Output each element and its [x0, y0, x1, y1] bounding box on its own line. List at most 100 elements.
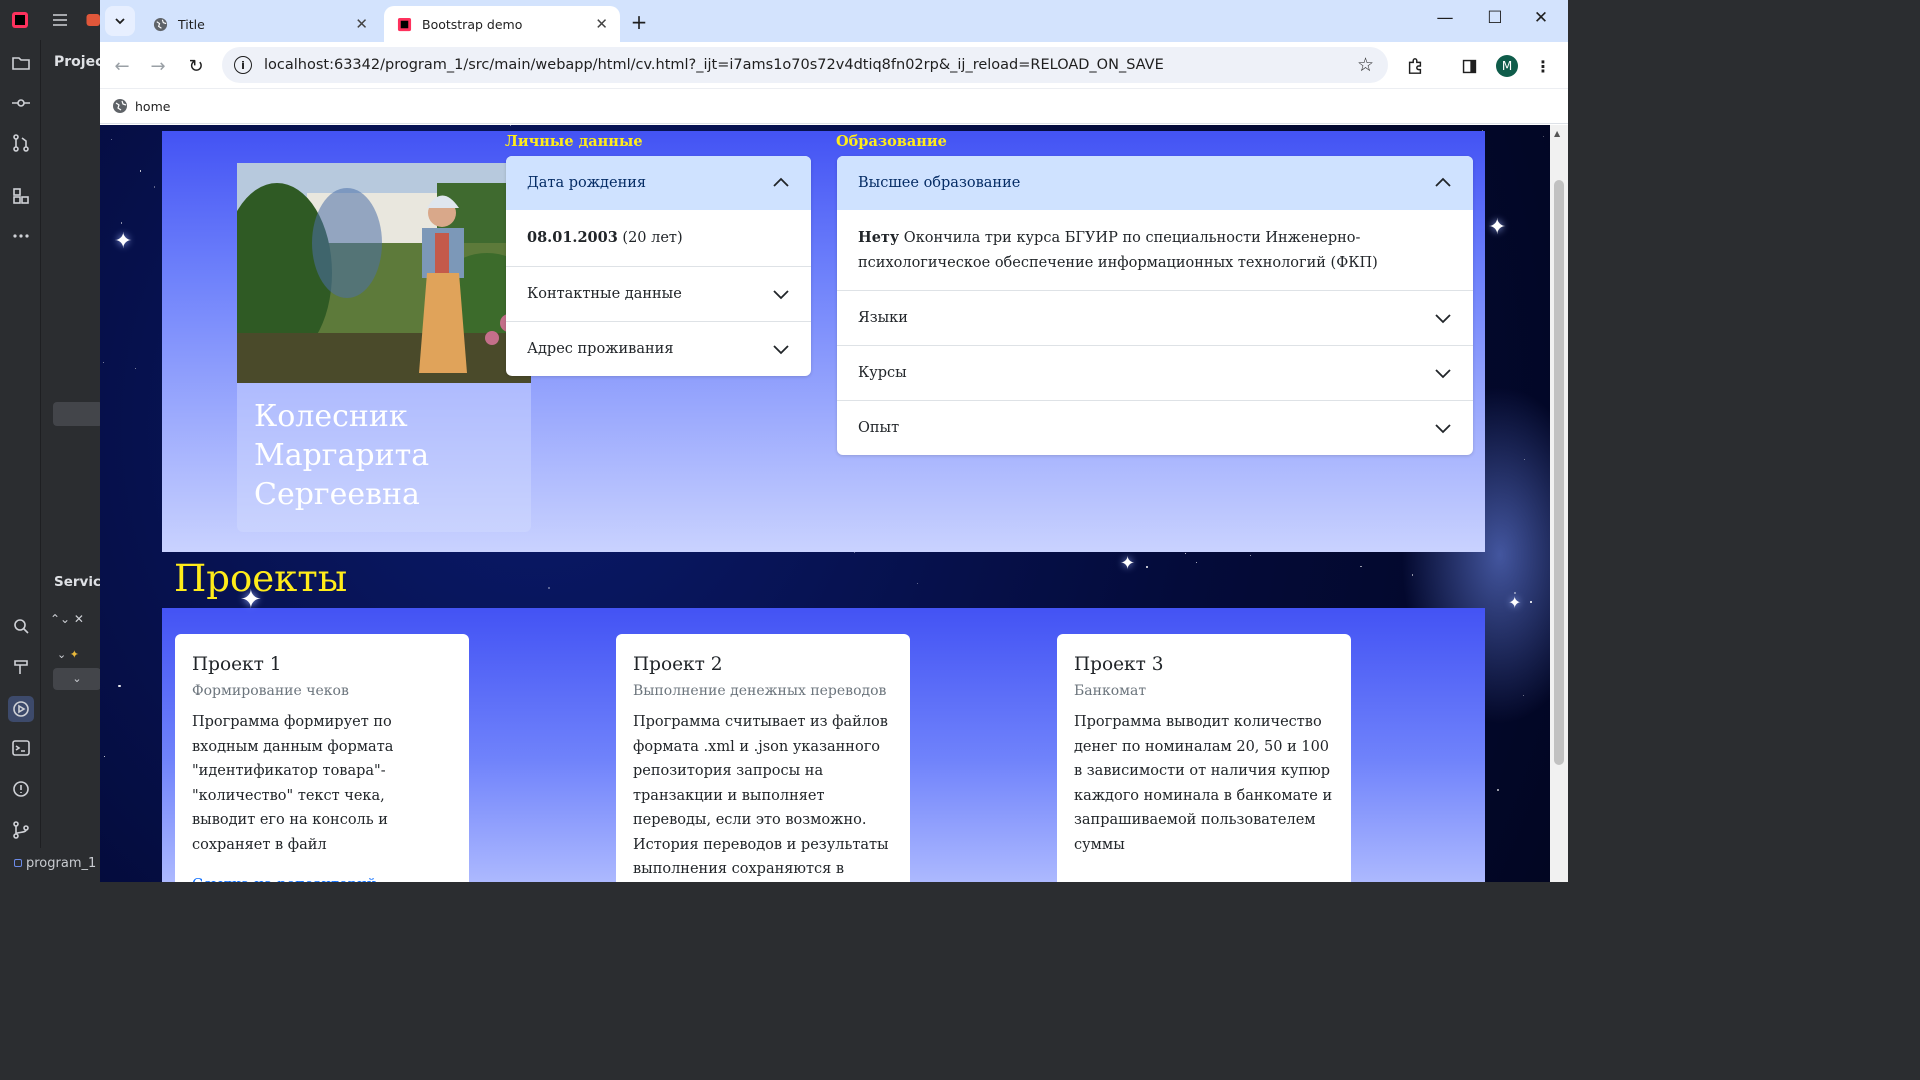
ide-scroll-marker — [53, 402, 103, 426]
tree-chevron-icon[interactable]: ⌄ ✦ — [57, 648, 79, 661]
more-tools-icon[interactable] — [10, 225, 32, 247]
new-tab-button[interactable]: + — [625, 8, 653, 36]
pull-requests-icon[interactable] — [10, 132, 32, 154]
star-dot — [1522, 695, 1524, 697]
star-decoration: ✦ — [240, 585, 262, 615]
star-dot — [1542, 135, 1545, 137]
site-info-icon[interactable]: i — [234, 56, 252, 74]
bookmarks-bar: home — [100, 89, 1568, 124]
expand-collapse-icon[interactable]: ⌃⌄ ✕ — [50, 612, 84, 626]
project-folder-icon[interactable] — [10, 52, 32, 74]
accordion-button-languages[interactable]: Языки — [837, 291, 1473, 345]
ide-tool-strip — [0, 40, 41, 882]
project-title: Проект 3 — [1074, 654, 1164, 675]
accordion-item-contacts: Контактные данные — [506, 267, 811, 322]
status-project-name[interactable]: program_1 — [26, 856, 96, 871]
main-menu-icon[interactable] — [49, 9, 71, 31]
star-dot — [134, 367, 136, 369]
profile-photo — [237, 163, 531, 383]
build-icon[interactable] — [10, 656, 32, 678]
accordion-button-address[interactable]: Адрес проживания — [506, 322, 811, 376]
star-dot — [118, 684, 121, 688]
accordion-button-higher-education[interactable]: Высшее образование — [837, 156, 1473, 210]
project-card-2: Проект 2 Выполнение денежных переводов П… — [616, 634, 910, 882]
project-subtitle: Банкомат — [1074, 683, 1147, 699]
forward-icon[interactable]: → — [144, 52, 172, 80]
project-title: Проект 2 — [633, 654, 723, 675]
services-panel-title[interactable]: Servic — [54, 574, 101, 590]
minimize-icon[interactable]: — — [1422, 8, 1468, 28]
chevron-down-icon — [1435, 369, 1451, 379]
address-bar[interactable]: i localhost:63342/program_1/src/main/web… — [222, 47, 1388, 83]
education-label: Образование — [836, 133, 947, 150]
close-tab-icon[interactable]: ✕ — [595, 15, 608, 33]
terminal-icon[interactable] — [10, 737, 32, 759]
personal-data-label: Личные данные — [505, 133, 643, 150]
project-description: Программа считывает из файлов формата .x… — [633, 714, 889, 877]
git-icon[interactable] — [10, 819, 32, 841]
url-text[interactable]: localhost:63342/program_1/src/main/webap… — [264, 57, 1357, 73]
project-description: Программа формирует по входным данным фо… — [192, 714, 394, 853]
star-dot — [104, 756, 106, 758]
problems-icon[interactable] — [10, 778, 32, 800]
close-window-icon[interactable]: ✕ — [1518, 8, 1564, 28]
education-accordion: Высшее образование Нету Окончила три кур… — [837, 156, 1473, 455]
accordion-body-higher-education: Нету Окончила три курса БГУИР по специал… — [837, 210, 1473, 290]
star-dot — [154, 186, 156, 188]
maximize-icon[interactable]: ☐ — [1472, 8, 1518, 28]
bookmark-home[interactable]: home — [135, 99, 170, 114]
commit-icon[interactable] — [10, 92, 32, 114]
project-card-3: Проект 3 Банкомат Программа выводит коли… — [1057, 634, 1351, 882]
project-description: Программа выводит количество денег по но… — [1074, 714, 1333, 853]
dropdown-chevron-icon[interactable]: ⌄ — [53, 668, 101, 690]
profile-avatar[interactable]: M — [1496, 55, 1518, 77]
accordion-item-courses: Курсы — [837, 346, 1473, 401]
tab-title[interactable]: Title ✕ — [140, 6, 380, 42]
extensions-icon[interactable] — [1402, 53, 1428, 79]
project-subtitle: Формирование чеков — [192, 683, 349, 699]
back-icon[interactable]: ← — [108, 52, 136, 80]
accordion-button-contacts[interactable]: Контактные данные — [506, 267, 811, 321]
close-tab-icon[interactable]: ✕ — [355, 15, 368, 33]
star-dot — [854, 552, 856, 554]
reload-icon[interactable]: ↻ — [182, 52, 210, 80]
accordion-title: Адрес проживания — [527, 340, 674, 357]
accordion-title: Курсы — [858, 365, 907, 381]
structure-icon[interactable] — [10, 185, 32, 207]
side-panel-icon[interactable] — [1456, 53, 1482, 79]
tab-label: Title — [178, 16, 205, 32]
tab-label: Bootstrap demo — [422, 16, 523, 32]
browser-toolbar: ← → ↻ i localhost:63342/program_1/src/ma… — [100, 42, 1568, 89]
repository-link[interactable]: Ссылка на репозиторий — [192, 873, 452, 882]
bookmark-star-icon[interactable]: ☆ — [1357, 54, 1374, 76]
star-decoration: ✦ — [1508, 593, 1522, 612]
accordion-body-birthdate: 08.01.2003 (20 лет) — [506, 210, 811, 266]
scroll-up-icon[interactable]: ▲ — [1554, 129, 1560, 138]
star-dot — [1530, 601, 1532, 603]
accordion-title: Дата рождения — [527, 175, 647, 191]
name-card: Колесник Маргарита Сергеевна — [237, 383, 531, 532]
accordion-button-courses[interactable]: Курсы — [837, 346, 1473, 400]
services-icon[interactable] — [8, 696, 34, 722]
star-decoration: ✦ — [1120, 553, 1136, 574]
chevron-down-icon — [773, 344, 789, 354]
project-subtitle: Выполнение денежных переводов — [633, 683, 887, 699]
project-badge-icon[interactable] — [85, 9, 100, 31]
star-dot — [1360, 565, 1362, 567]
accordion-title: Языки — [858, 310, 908, 326]
scrollbar-thumb[interactable] — [1554, 180, 1564, 765]
tab-search-button[interactable] — [105, 6, 135, 36]
personal-accordion: Дата рождения 08.01.2003 (20 лет) Контак… — [506, 156, 811, 376]
browser-menu-icon[interactable]: ⋮ — [1530, 53, 1556, 79]
page-viewport: Колесник Маргарита Сергеевна Личные данн… — [100, 125, 1550, 882]
education-text: Окончила три курса БГУИР по специальност… — [858, 230, 1378, 271]
accordion-button-birthdate[interactable]: Дата рождения — [506, 156, 811, 210]
name-last: Колесник — [254, 399, 408, 434]
search-icon[interactable] — [10, 615, 32, 637]
globe-icon — [113, 99, 127, 113]
accordion-button-experience[interactable]: Опыт — [837, 401, 1473, 455]
tab-bootstrap-demo[interactable]: Bootstrap demo ✕ — [384, 6, 620, 42]
accordion-title: Контактные данные — [527, 285, 682, 302]
project-panel-title[interactable]: Projec — [54, 54, 103, 70]
page-scrollbar[interactable]: ▲ — [1550, 125, 1568, 882]
